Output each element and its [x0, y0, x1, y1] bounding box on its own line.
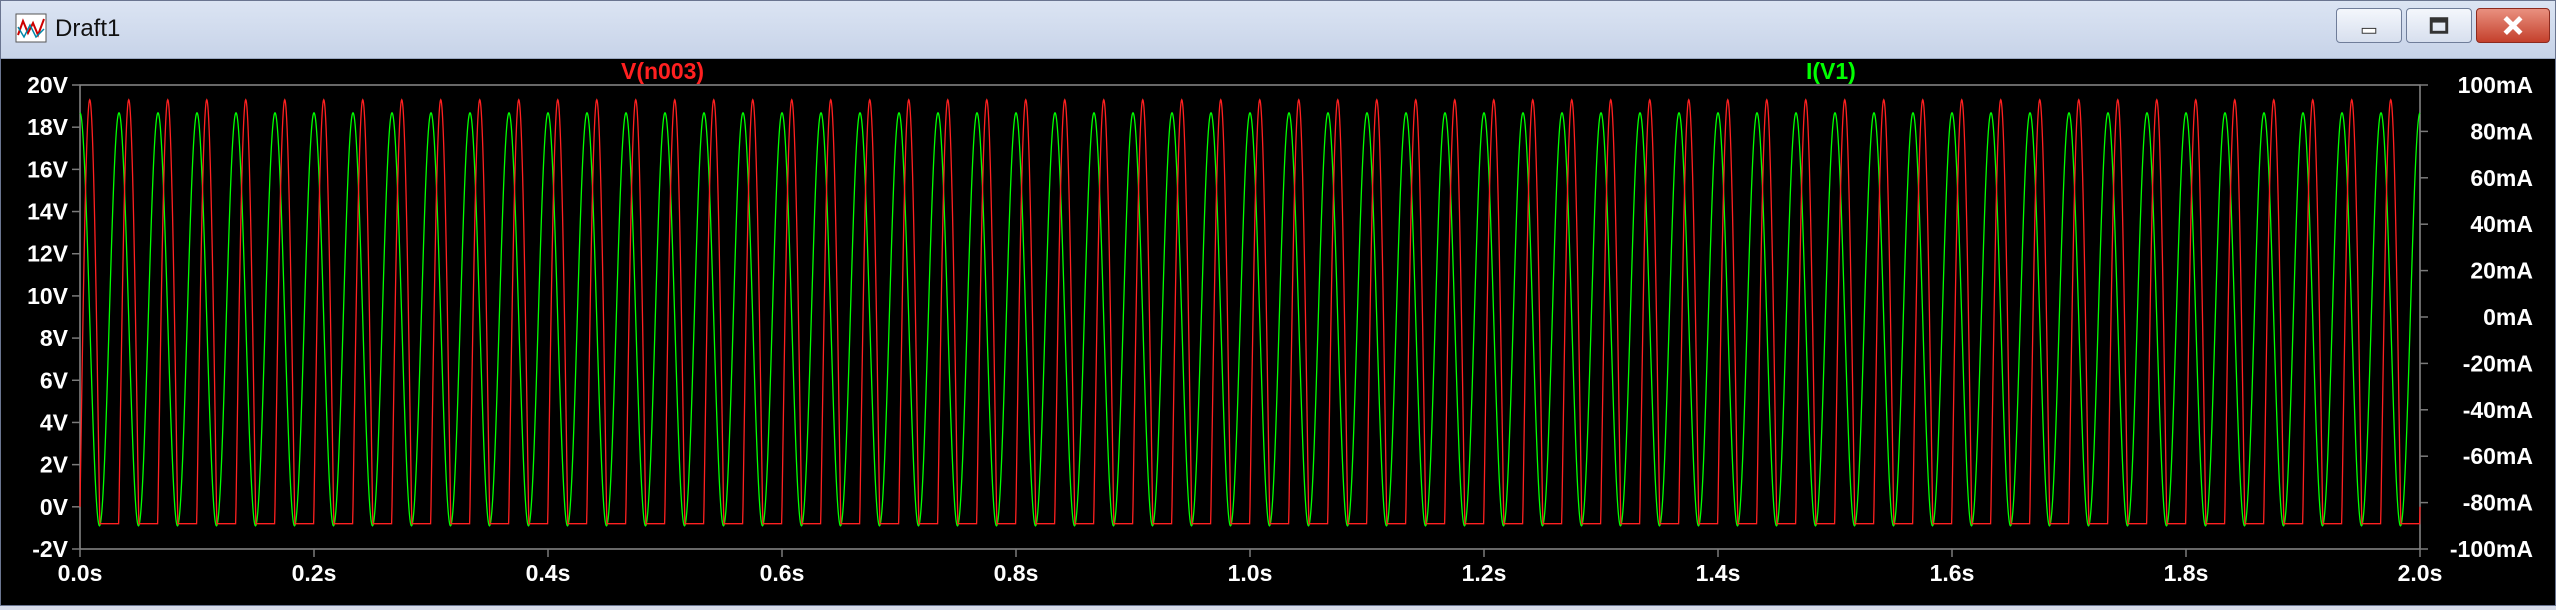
series-i-v1-trace[interactable] — [79, 111, 2421, 527]
y-right-tick-label: -60mA — [2463, 443, 2533, 469]
y-right-tick-label: -20mA — [2463, 350, 2533, 376]
close-icon — [2503, 16, 2523, 36]
y-left-tick-label: 2V — [40, 452, 69, 478]
x-tick-label: 1.0s — [1228, 560, 1273, 586]
y-left-tick-label: 10V — [27, 283, 69, 309]
minimize-button[interactable] — [2336, 8, 2402, 43]
x-tick-label: 0.2s — [292, 560, 337, 586]
waveform-plot[interactable]: 0.0s 0.2s 0.4s 0.6s 0.8s 1.0s 1.2s 1.4s 1.6s 1.8s… — [1, 58, 2555, 605]
y-left-tick-label: 12V — [27, 241, 69, 267]
close-button[interactable] — [2476, 8, 2550, 43]
x-tick-label: 0.4s — [526, 560, 571, 586]
y-left-tick-label: 0V — [40, 494, 69, 520]
y-right-tick-label: 40mA — [2470, 211, 2533, 237]
x-tick-label: 1.2s — [1462, 560, 1507, 586]
x-tick-label: 2.0s — [2398, 560, 2443, 586]
y-left-tick-label: 14V — [27, 199, 69, 225]
y-left-tick-label: -2V — [32, 536, 68, 562]
y-right-tick-label: 100mA — [2458, 72, 2533, 98]
legend-voltage[interactable]: V(n003) — [621, 58, 704, 84]
y-right-tick-label: 80mA — [2470, 118, 2533, 144]
legend-current[interactable]: I(V1) — [1806, 58, 1856, 84]
x-tick-label: 1.4s — [1696, 560, 1741, 586]
waveform-window: Draft1 0.0s 0.2s 0.4s 0.6s 0.8s 1.0s 1.2s 1.4s 1… — [0, 0, 2556, 606]
y-right-tick-label: -100mA — [2450, 536, 2533, 562]
title-bar[interactable]: Draft1 — [1, 1, 2555, 59]
x-tick-label: 0.8s — [994, 560, 1039, 586]
y-left-tick-label: 6V — [40, 367, 69, 393]
minimize-icon — [2361, 27, 2377, 34]
series-v-n003-trace[interactable] — [79, 98, 2421, 525]
x-tick-label: 0.6s — [760, 560, 805, 586]
y-left-tick-label: 4V — [40, 409, 69, 435]
x-tick-label: 0.0s — [58, 560, 103, 586]
y-right-tick-label: 0mA — [2483, 304, 2533, 330]
window-title: Draft1 — [55, 15, 121, 42]
y-right-tick-label: 60mA — [2470, 165, 2533, 191]
y-right-tick-label: -80mA — [2463, 490, 2533, 516]
y-left-tick-label: 8V — [40, 325, 69, 351]
x-tick-label: 1.6s — [1930, 560, 1975, 586]
y-right-tick-label: -40mA — [2463, 397, 2533, 423]
y-left-tick-label: 20V — [27, 72, 69, 98]
maximize-icon — [2429, 17, 2449, 34]
plot-area[interactable]: 0.0s 0.2s 0.4s 0.6s 0.8s 1.0s 1.2s 1.4s 1.6s 1.8s… — [1, 58, 2555, 605]
x-tick-label: 1.8s — [2164, 560, 2209, 586]
y-left-tick-label: 18V — [27, 114, 69, 140]
waveform-app-icon — [15, 13, 47, 43]
y-right-tick-label: 20mA — [2470, 258, 2533, 284]
maximize-button[interactable] — [2406, 8, 2472, 43]
y-left-tick-label: 16V — [27, 156, 69, 182]
